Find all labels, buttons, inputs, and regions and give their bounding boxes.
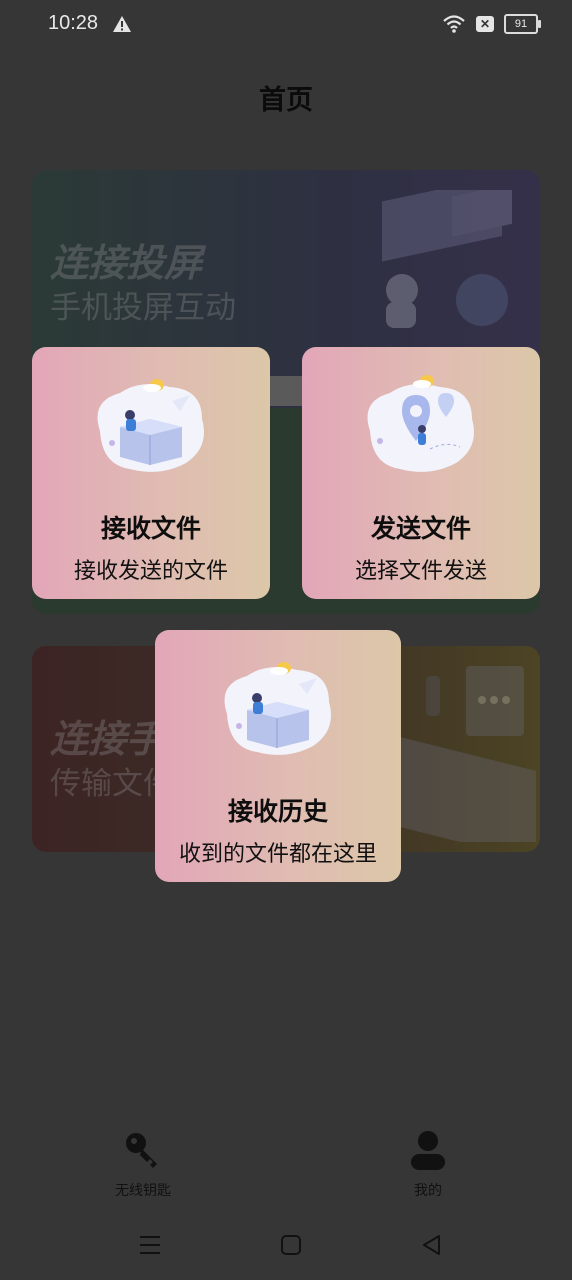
- nav-item-wireless-key[interactable]: 无线钥匙: [83, 1130, 203, 1200]
- home-icon[interactable]: [279, 1233, 303, 1257]
- receive-box-illustration: [97, 379, 204, 472]
- history-box-illustration: [224, 662, 331, 755]
- key-icon: [126, 1133, 157, 1168]
- receive-history-title: 接收历史: [227, 797, 328, 826]
- send-file-subtitle: 选择文件发送: [354, 559, 487, 584]
- warning-icon: [113, 16, 131, 32]
- receive-file-title: 接收文件: [100, 514, 201, 543]
- status-icons: ✕ 91: [442, 14, 541, 34]
- receive-file-subtitle: 接收发送的文件: [73, 559, 228, 584]
- receive-history-card[interactable]: 接收历史 收到的文件都在这里: [155, 630, 401, 882]
- astronaut-illustration: [382, 190, 512, 328]
- battery-indicator: 91: [504, 14, 541, 34]
- nav-item-mine[interactable]: 我的: [368, 1130, 488, 1200]
- status-time: 10:28: [48, 12, 99, 34]
- receive-history-subtitle: 收到的文件都在这里: [178, 842, 377, 867]
- page-title: 首页: [259, 85, 313, 116]
- no-sim-icon: ✕: [476, 16, 494, 32]
- desk-illustration: [396, 666, 536, 842]
- nav-label-wireless-key: 无线钥匙: [115, 1183, 171, 1199]
- nav-label-mine: 我的: [414, 1183, 442, 1199]
- screen-cast-subtitle: 手机投屏互动: [50, 290, 236, 326]
- wifi-icon: [443, 15, 465, 33]
- screen-cast-title: 连接投屏: [50, 241, 203, 285]
- person-icon: [411, 1131, 445, 1170]
- recent-apps-icon[interactable]: [138, 1233, 162, 1257]
- file-transfer-title: 连接手: [50, 717, 165, 761]
- battery-level: 91: [514, 18, 528, 30]
- receive-file-card[interactable]: 接收文件 接收发送的文件: [32, 347, 270, 599]
- back-icon[interactable]: [420, 1233, 444, 1257]
- send-file-card[interactable]: 发送文件 选择文件发送: [302, 347, 540, 599]
- send-location-illustration: [367, 375, 474, 472]
- send-file-title: 发送文件: [370, 514, 471, 543]
